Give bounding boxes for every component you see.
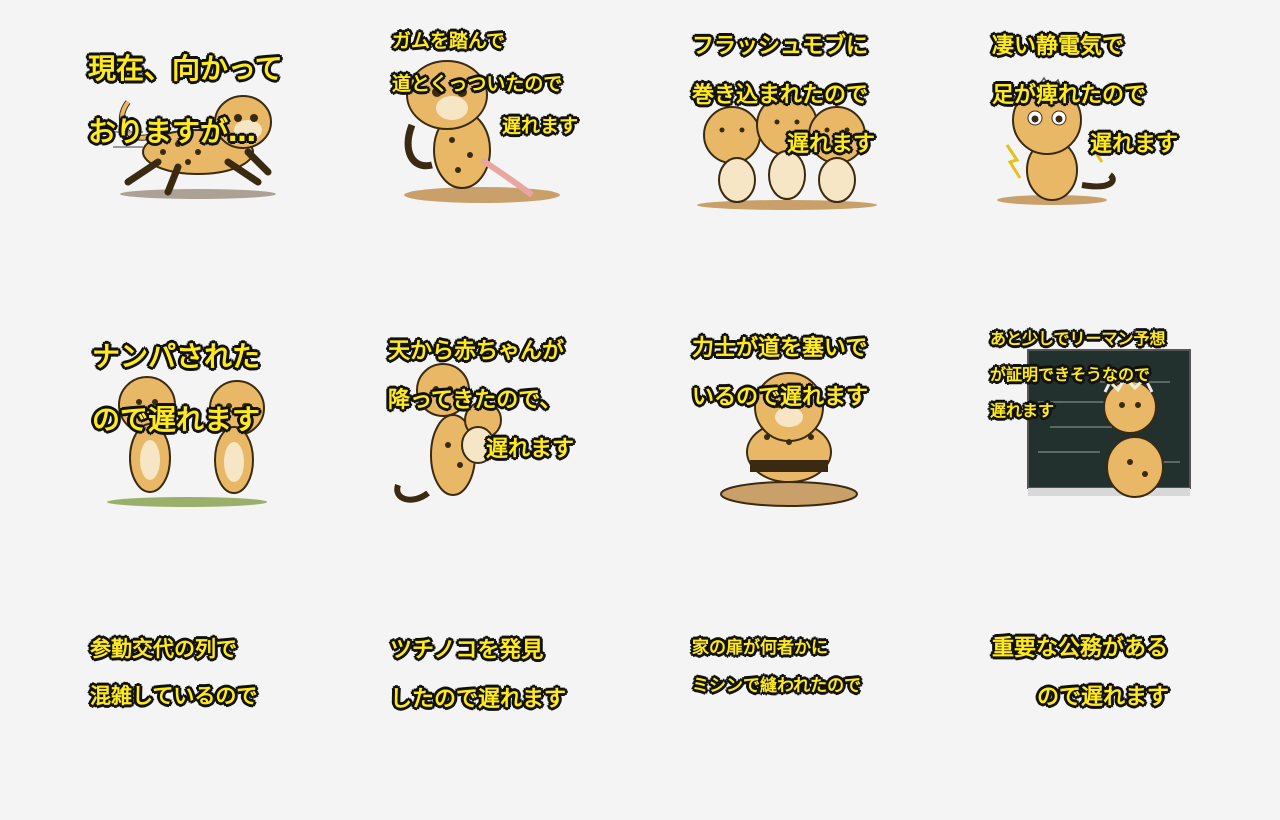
sticker-grid: 現在、向かって おりますが… ガムを踏んで 道とくっついたので 遅れます フラッ…	[0, 0, 1280, 712]
sticker-sankin-kotai[interactable]: 参勤交代の列で 混雑しているので	[90, 614, 310, 814]
sticker-caption: ナンパされた ので遅れます	[92, 340, 261, 437]
sticker-caption: ツチノコを発見 したので遅れます	[390, 637, 567, 712]
sticker-riemann-cheetah[interactable]: あと少しでリーマン予想 が証明できそうなので 遅れます	[990, 312, 1210, 512]
sticker-caption: 参勤交代の列で 混雑しているので	[90, 636, 258, 708]
sticker-sewn-door[interactable]: 家の扉が何者かに ミシンで縫われたので	[692, 620, 912, 820]
sticker-running-cheetah[interactable]: 現在、向かって おりますが…	[88, 22, 308, 222]
sticker-caption: 力士が道を塞いで いるので遅れます	[692, 335, 869, 410]
sticker-caption: ガムを踏んで 道とくっついたので 遅れます	[392, 30, 579, 138]
sticker-caption: 家の扉が何者かに ミシンで縫われたので	[692, 638, 862, 697]
sticker-caption: 天から赤ちゃんが 降ってきたので、 遅れます	[388, 338, 575, 463]
sticker-caption: あと少しでリーマン予想 が証明できそうなので 遅れます	[990, 328, 1166, 420]
sticker-caption: 現在、向かって おりますが…	[88, 52, 283, 149]
sticker-nanpa-cheetahs[interactable]: ナンパされた ので遅れます	[92, 310, 312, 510]
sticker-sumo-cheetah[interactable]: 力士が道を塞いで いるので遅れます	[692, 312, 912, 512]
sticker-official-duty[interactable]: 重要な公務がある ので遅れます	[992, 612, 1212, 812]
sticker-flashmob-cheetahs[interactable]: フラッシュモブに 巻き込まれたので 遅れます	[692, 10, 912, 210]
sticker-gum-cheetah[interactable]: ガムを踏んで 道とくっついたので 遅れます	[392, 10, 612, 210]
sticker-baby-cheetah[interactable]: 天から赤ちゃんが 降ってきたので、 遅れます	[388, 315, 608, 515]
sticker-static-cheetah[interactable]: 凄い静電気で 足が痺れたので 遅れます	[992, 10, 1212, 210]
sticker-caption: フラッシュモブに 巻き込まれたので 遅れます	[692, 33, 876, 158]
sticker-tsuchinoko[interactable]: ツチノコを発見 したので遅れます	[390, 614, 610, 814]
sticker-caption: 凄い静電気で 足が痺れたので 遅れます	[992, 33, 1179, 158]
sticker-caption: 重要な公務がある ので遅れます	[992, 635, 1170, 710]
